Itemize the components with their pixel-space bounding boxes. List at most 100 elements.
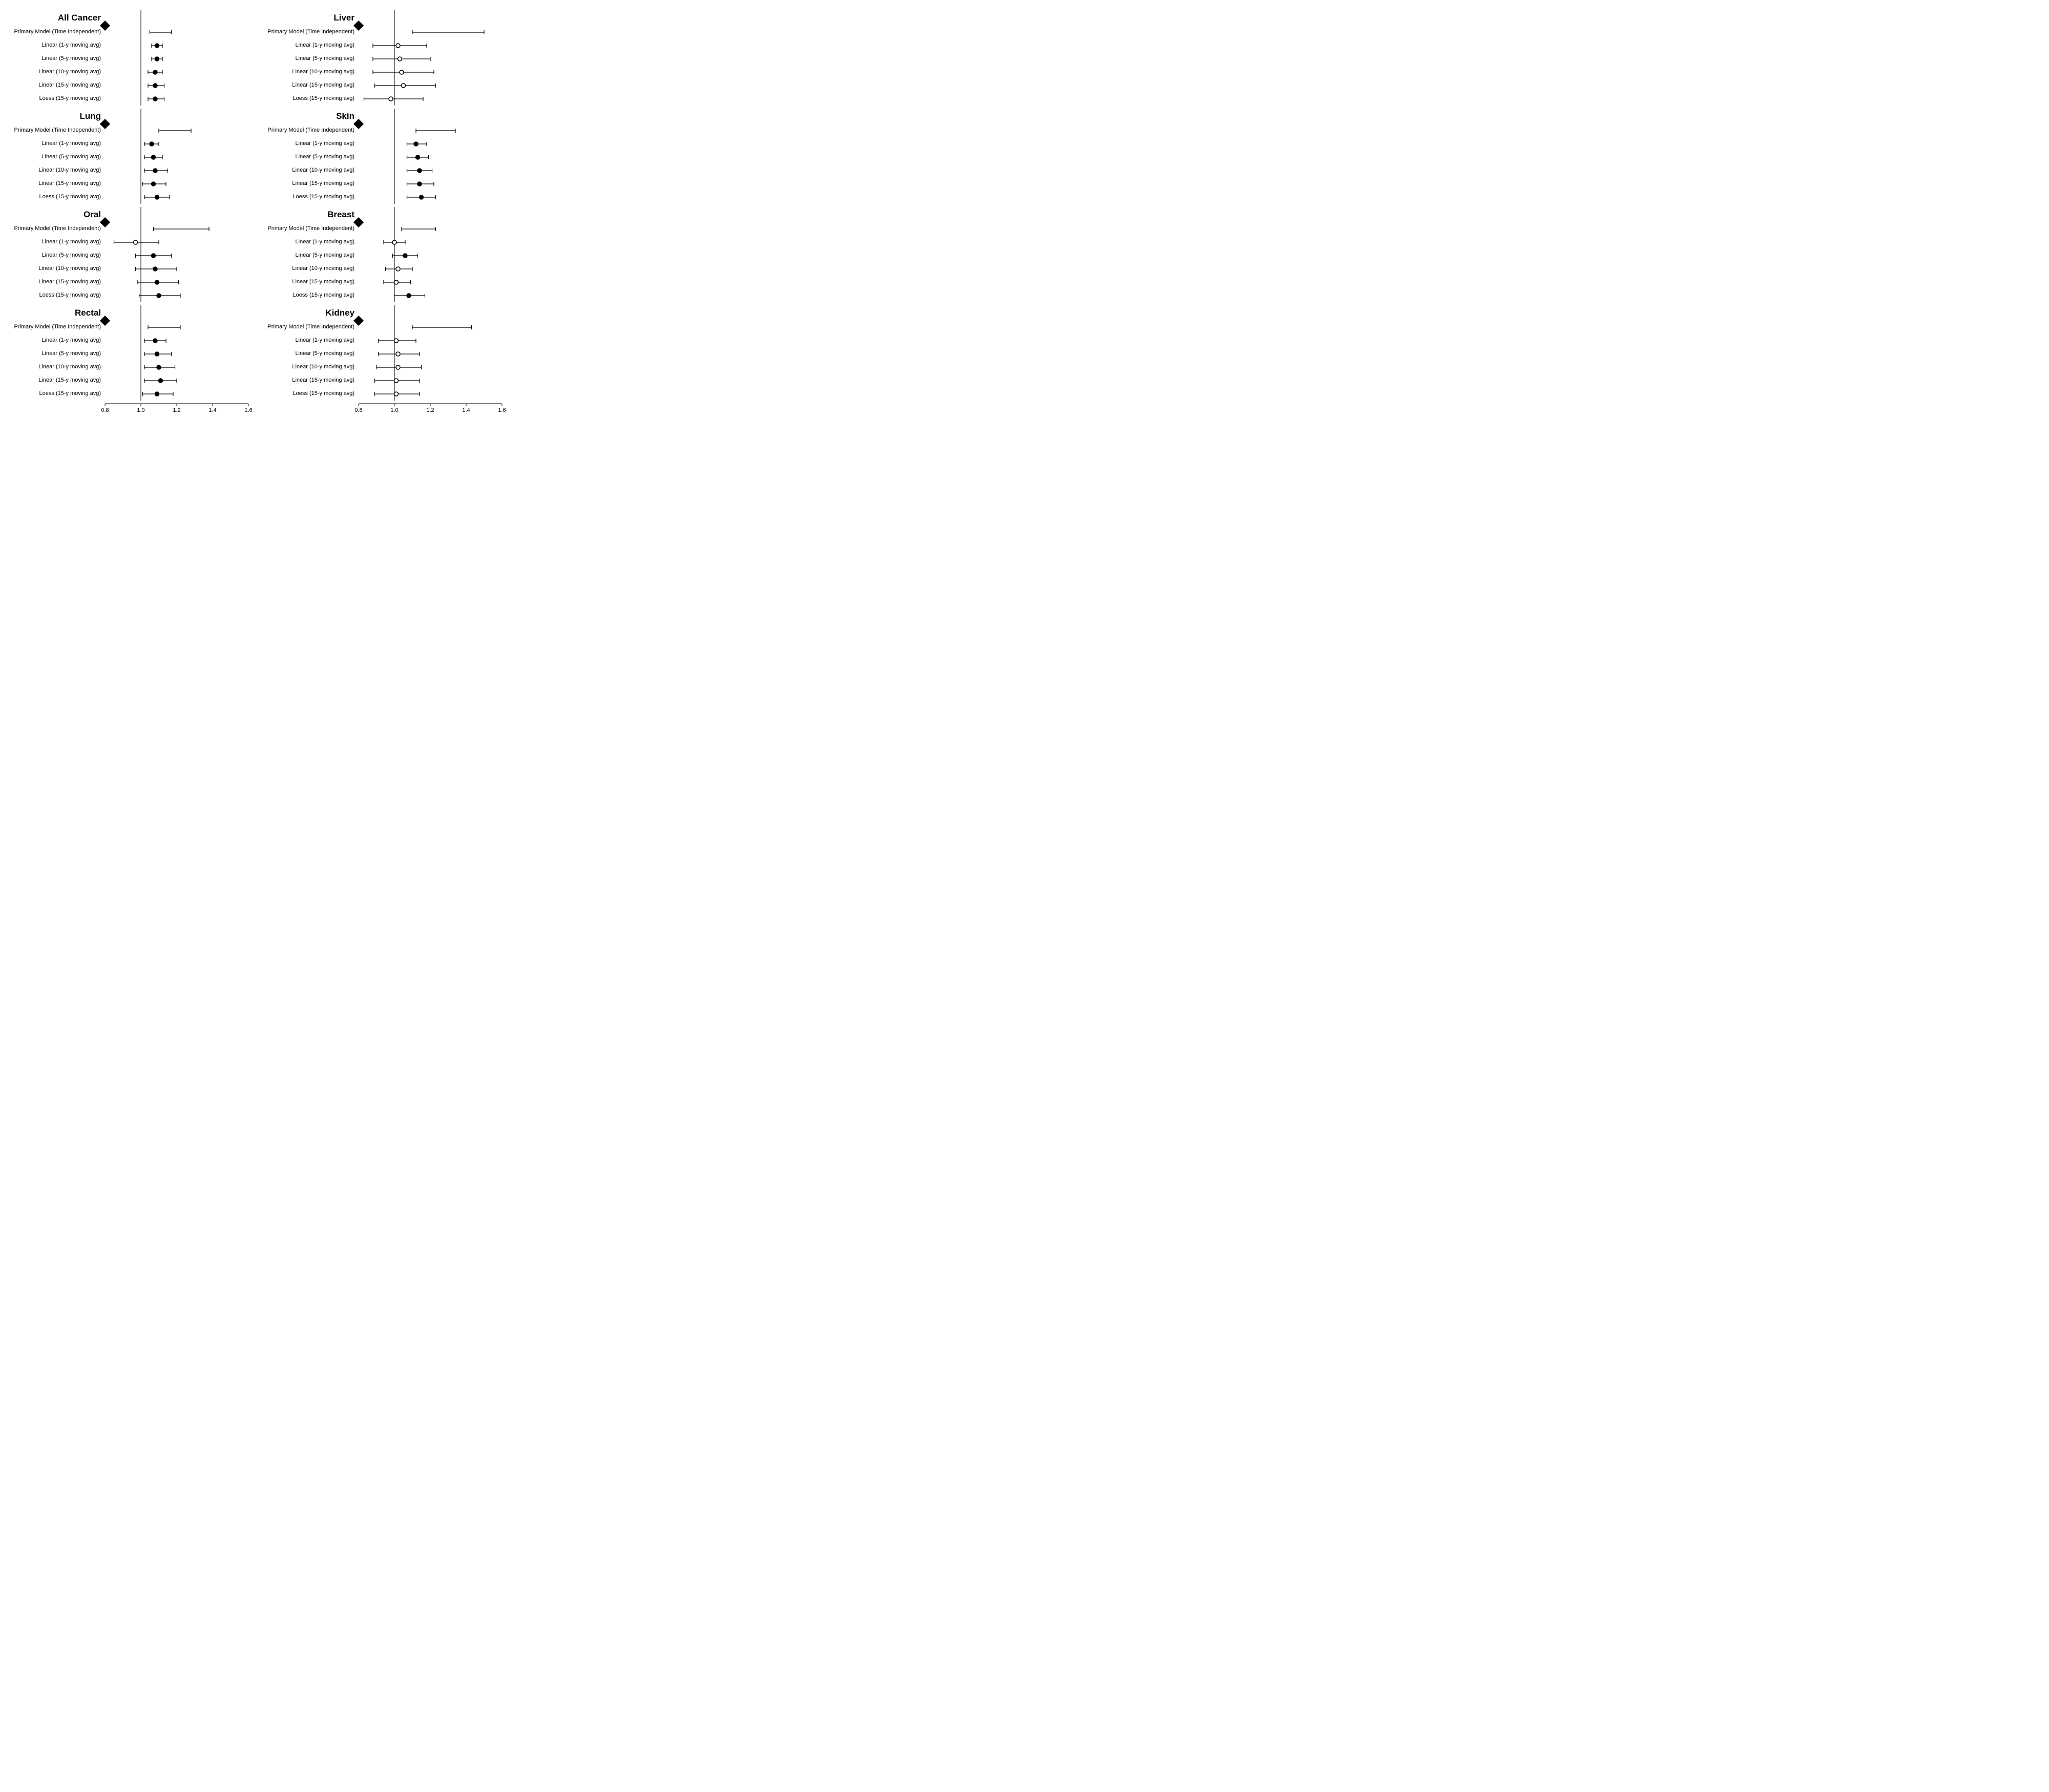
row: Loess (15-y moving avg) xyxy=(10,289,248,302)
row-label: Linear (15-y moving avg) xyxy=(264,82,359,89)
row-plot xyxy=(359,191,502,204)
row-plot xyxy=(359,177,502,191)
row-label: Loess (15-y moving avg) xyxy=(10,292,105,299)
row: Linear (10-y moving avg) xyxy=(10,262,248,276)
row-label: Linear (15-y moving avg) xyxy=(10,82,105,89)
row-label: Linear (15-y moving avg) xyxy=(10,279,105,285)
section-title-Breast: Breast xyxy=(327,210,354,219)
svg-text:1.6: 1.6 xyxy=(498,407,506,413)
panel-right: Liver Primary Model (Time Independent) L… xyxy=(264,10,502,419)
row-label: Linear (5-y moving avg) xyxy=(10,55,105,62)
row-plot xyxy=(359,164,502,177)
row: Primary Model (Time Independent) xyxy=(10,222,248,236)
row: Linear (1-y moving avg) xyxy=(264,334,502,347)
row-label: Loess (15-y moving avg) xyxy=(10,390,105,397)
row: Loess (15-y moving avg) xyxy=(264,387,502,401)
row-plot xyxy=(105,52,248,66)
row: Linear (15-y moving avg) xyxy=(10,177,248,191)
row-label: Linear (10-y moving avg) xyxy=(10,69,105,75)
row-label: Primary Model (Time Independent) xyxy=(264,324,359,330)
row: Loess (15-y moving avg) xyxy=(264,289,502,302)
row: Primary Model (Time Independent) xyxy=(10,26,248,39)
row-plot xyxy=(105,236,248,249)
row-plot xyxy=(359,52,502,66)
row: Linear (10-y moving avg) xyxy=(264,262,502,276)
row: Linear (15-y moving avg) xyxy=(264,177,502,191)
row-label: Linear (10-y moving avg) xyxy=(264,364,359,370)
row-label: Loess (15-y moving avg) xyxy=(264,194,359,200)
svg-text:1.0: 1.0 xyxy=(137,407,144,413)
svg-text:1.2: 1.2 xyxy=(426,407,434,413)
row-label: Linear (1-y moving avg) xyxy=(10,239,105,245)
section-title-Lung: Lung xyxy=(79,111,101,121)
row: Loess (15-y moving avg) xyxy=(10,387,248,401)
row: Primary Model (Time Independent) xyxy=(264,321,502,334)
section-oral: Oral Primary Model (Time Independent) Li… xyxy=(10,207,248,302)
row-label: Primary Model (Time Independent) xyxy=(264,127,359,134)
row-label: Linear (15-y moving avg) xyxy=(264,180,359,187)
row-label: Linear (15-y moving avg) xyxy=(264,279,359,285)
row-plot xyxy=(359,236,502,249)
row-plot xyxy=(105,66,248,79)
row-plot xyxy=(105,347,248,361)
row: Primary Model (Time Independent) xyxy=(264,124,502,137)
row-label: Linear (15-y moving avg) xyxy=(10,377,105,384)
row-label: Primary Model (Time Independent) xyxy=(264,225,359,232)
row-label: Loess (15-y moving avg) xyxy=(10,95,105,102)
section-all-cancer: All Cancer Primary Model (Time Independe… xyxy=(10,10,248,106)
row: Linear (10-y moving avg) xyxy=(264,66,502,79)
row: Linear (5-y moving avg) xyxy=(264,151,502,164)
section-title-Oral: Oral xyxy=(83,210,101,219)
svg-text:1.0: 1.0 xyxy=(390,407,398,413)
row-label: Linear (5-y moving avg) xyxy=(10,350,105,357)
row: Linear (1-y moving avg) xyxy=(10,39,248,52)
row: Loess (15-y moving avg) xyxy=(264,191,502,204)
row-plot xyxy=(105,387,248,401)
section-title-All Cancer: All Cancer xyxy=(58,13,101,23)
row-plot xyxy=(105,137,248,151)
row-label: Linear (5-y moving avg) xyxy=(264,252,359,259)
svg-text:1.6: 1.6 xyxy=(244,407,252,413)
svg-text:0.8: 0.8 xyxy=(101,407,109,413)
row-plot xyxy=(105,361,248,374)
row: Linear (15-y moving avg) xyxy=(264,79,502,92)
row-plot xyxy=(105,92,248,106)
row: Linear (5-y moving avg) xyxy=(264,249,502,262)
row-plot xyxy=(359,334,502,347)
row: Linear (5-y moving avg) xyxy=(10,347,248,361)
row-label: Linear (10-y moving avg) xyxy=(264,69,359,75)
row-plot xyxy=(105,26,248,39)
row-plot xyxy=(105,191,248,204)
row-plot xyxy=(359,249,502,262)
row-plot xyxy=(359,39,502,52)
row: Loess (15-y moving avg) xyxy=(10,92,248,106)
row: Linear (10-y moving avg) xyxy=(10,164,248,177)
row-plot xyxy=(359,137,502,151)
row-label: Linear (15-y moving avg) xyxy=(10,180,105,187)
row: Linear (15-y moving avg) xyxy=(10,276,248,289)
row: Linear (15-y moving avg) xyxy=(10,79,248,92)
row-plot xyxy=(359,276,502,289)
section-kidney: Kidney Primary Model (Time Independent) … xyxy=(264,305,502,401)
row: Linear (15-y moving avg) xyxy=(10,374,248,387)
row-plot xyxy=(359,387,502,401)
row: Linear (10-y moving avg) xyxy=(10,66,248,79)
row-label: Linear (5-y moving avg) xyxy=(10,154,105,160)
row-plot xyxy=(359,26,502,39)
row: Linear (10-y moving avg) xyxy=(264,164,502,177)
row-label: Linear (1-y moving avg) xyxy=(10,42,105,49)
row-plot xyxy=(359,289,502,302)
row: Linear (1-y moving avg) xyxy=(10,334,248,347)
svg-text:1.4: 1.4 xyxy=(462,407,470,413)
row: Linear (5-y moving avg) xyxy=(10,249,248,262)
row-plot xyxy=(105,321,248,334)
row-plot xyxy=(359,66,502,79)
row-label: Linear (1-y moving avg) xyxy=(264,140,359,147)
section-title-Skin: Skin xyxy=(336,111,354,121)
row-plot xyxy=(359,222,502,236)
row-label: Primary Model (Time Independent) xyxy=(10,324,105,330)
section-breast: Breast Primary Model (Time Independent) … xyxy=(264,207,502,302)
row-plot xyxy=(105,124,248,137)
row-plot xyxy=(105,334,248,347)
row-label: Linear (10-y moving avg) xyxy=(10,167,105,174)
